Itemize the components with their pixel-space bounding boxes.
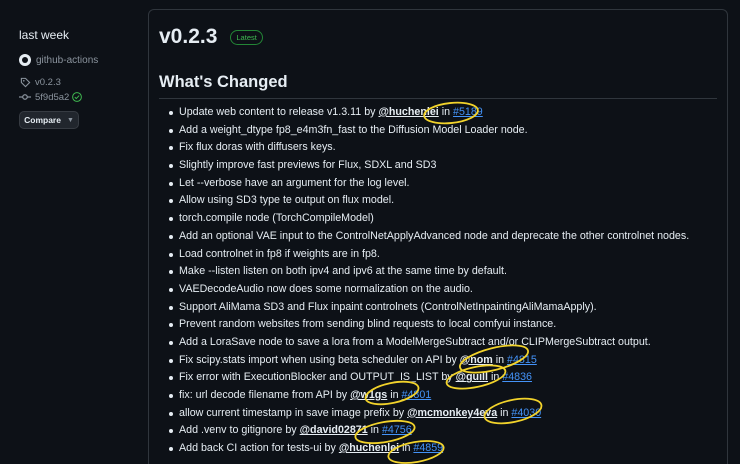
pull-request-link[interactable]: #4801 (402, 389, 432, 401)
author-name[interactable]: github-actions (36, 55, 98, 66)
change-text: VAEDecodeAudio now does some normalizati… (179, 282, 473, 295)
change-item: Load controlnet in fp8 if weights are in… (169, 246, 719, 264)
change-item: Fix error with ExecutionBlocker and OUTP… (169, 369, 719, 387)
pull-request-link[interactable]: #4756 (382, 424, 412, 436)
change-text: torch.compile node (TorchCompileModel) (179, 212, 374, 225)
commit-row[interactable]: 5f9d5a2 (19, 91, 140, 103)
change-text: Add a LoraSave node to save a lora from … (179, 335, 651, 348)
latest-badge: Latest (230, 29, 263, 45)
change-text: Load controlnet in fp8 if weights are in… (179, 247, 380, 260)
change-text: Fix scipy.stats import when using beta s… (179, 353, 443, 366)
divider (159, 98, 717, 99)
release-author[interactable]: github-actions (19, 53, 140, 67)
in-text: in (492, 353, 508, 366)
in-text: in (387, 389, 402, 401)
change-item: Support AliMama SD3 and Flux inpaint con… (169, 299, 719, 317)
in-text: in (488, 371, 503, 384)
compare-label: Compare (24, 115, 61, 125)
author-link[interactable]: @w1gs (350, 389, 387, 401)
change-item: Add an optional VAE input to the Control… (169, 228, 719, 246)
change-item: Add back CI action for tests-ui by @huch… (169, 440, 719, 458)
change-item: Fix scipy.stats import when using beta s… (169, 352, 719, 370)
pull-request-link[interactable]: #4859 (413, 442, 443, 454)
change-text: Support AliMama SD3 and Flux inpaint con… (179, 300, 597, 313)
changes-list: Update web content to release v1.3.11 by… (169, 104, 719, 458)
change-item: Add a LoraSave node to save a lora from … (169, 334, 719, 352)
commit-icon (19, 92, 31, 102)
author-link[interactable]: @huchenlei (339, 442, 399, 454)
section-title: What's Changed (159, 73, 288, 91)
tag-icon (19, 77, 31, 88)
in-text: in (497, 406, 512, 419)
change-item: Slightly improve fast previews for Flux,… (169, 157, 719, 175)
release-version[interactable]: v0.2.3 (159, 25, 217, 49)
by-text: by (389, 406, 408, 419)
author-link[interactable]: @guill (456, 371, 488, 383)
compare-button[interactable]: Compare ▼ (19, 111, 79, 129)
change-text: Update web content to release v1.3.11 (179, 106, 362, 118)
pull-request-link[interactable]: #4815 (507, 354, 537, 366)
change-item: VAEDecodeAudio now does some normalizati… (169, 281, 719, 299)
by-text: by (321, 442, 339, 455)
change-text: Add an optional VAE input to the Control… (179, 229, 690, 242)
by-text: by (332, 389, 351, 401)
release-date: last week (19, 28, 70, 42)
tag-row[interactable]: v0.2.3 (19, 76, 140, 88)
change-text: fix: url decode filename from API (179, 389, 333, 401)
change-text: Add .venv to gitignore (179, 424, 283, 437)
change-item: Add a weight_dtype fp8_e4m3fn_fast to th… (169, 122, 719, 140)
by-text: by (442, 353, 460, 366)
change-item: Let --verbose have an argument for the l… (169, 175, 719, 193)
change-item: Prevent random websites from sending bli… (169, 316, 719, 334)
pull-request-link[interactable]: #4030 (511, 407, 541, 419)
change-item: Fix flux doras with diffusers keys. (169, 139, 719, 157)
commit-sha[interactable]: 5f9d5a2 (35, 92, 69, 103)
change-item: Allow using SD3 type te output on flux m… (169, 192, 719, 210)
change-text: Fix error with ExecutionBlocker and OUTP… (179, 371, 439, 384)
release-header: v0.2.3 Latest (159, 25, 263, 49)
change-item: Make --listen listen on both ipv4 and ip… (169, 263, 719, 281)
change-text: Make --listen listen on both ipv4 and ip… (179, 265, 507, 278)
caret-down-icon: ▼ (66, 116, 74, 124)
in-text: in (438, 106, 454, 118)
change-text: Fix flux doras with diffusers keys. (179, 141, 336, 154)
release-sidebar: last week github-actions v0.2.3 5f9d5a2 … (0, 0, 140, 464)
change-text: allow current timestamp in save image pr… (179, 406, 390, 419)
change-text: Slightly improve fast previews for Flux,… (179, 159, 437, 172)
change-text: Add a weight_dtype fp8_e4m3fn_fast to th… (179, 123, 528, 136)
author-link[interactable]: @nom (460, 354, 493, 366)
author-link[interactable]: @huchenlei (378, 106, 438, 118)
change-text: Allow using SD3 type te output on flux m… (179, 194, 395, 207)
pull-request-link[interactable]: #5189 (453, 106, 483, 118)
change-item: Add .venv to gitignore by @david02871 in… (169, 422, 719, 440)
by-text: by (282, 424, 300, 437)
author-link[interactable]: @mcmonkey4eva (407, 407, 497, 419)
in-text: in (399, 442, 414, 455)
by-text: by (438, 371, 456, 384)
tag-name[interactable]: v0.2.3 (35, 77, 61, 88)
change-item: fix: url decode filename from API by @w1… (169, 387, 719, 405)
change-item: allow current timestamp in save image pr… (169, 405, 719, 423)
change-text: Let --verbose have an argument for the l… (179, 176, 410, 189)
verified-check-icon[interactable] (72, 92, 83, 102)
release-card: v0.2.3 Latest What's Changed Update web … (148, 9, 728, 464)
change-text: Add back CI action for tests-ui (179, 442, 322, 455)
change-item: Update web content to release v1.3.11 by… (169, 104, 719, 122)
pull-request-link[interactable]: #4836 (502, 371, 532, 383)
github-mark-icon (19, 54, 31, 66)
change-item: torch.compile node (TorchCompileModel) (169, 210, 719, 228)
in-text: in (367, 424, 382, 437)
change-text: Prevent random websites from sending bli… (179, 318, 557, 331)
author-link[interactable]: @david02871 (300, 424, 368, 436)
by-text: by (361, 106, 379, 118)
